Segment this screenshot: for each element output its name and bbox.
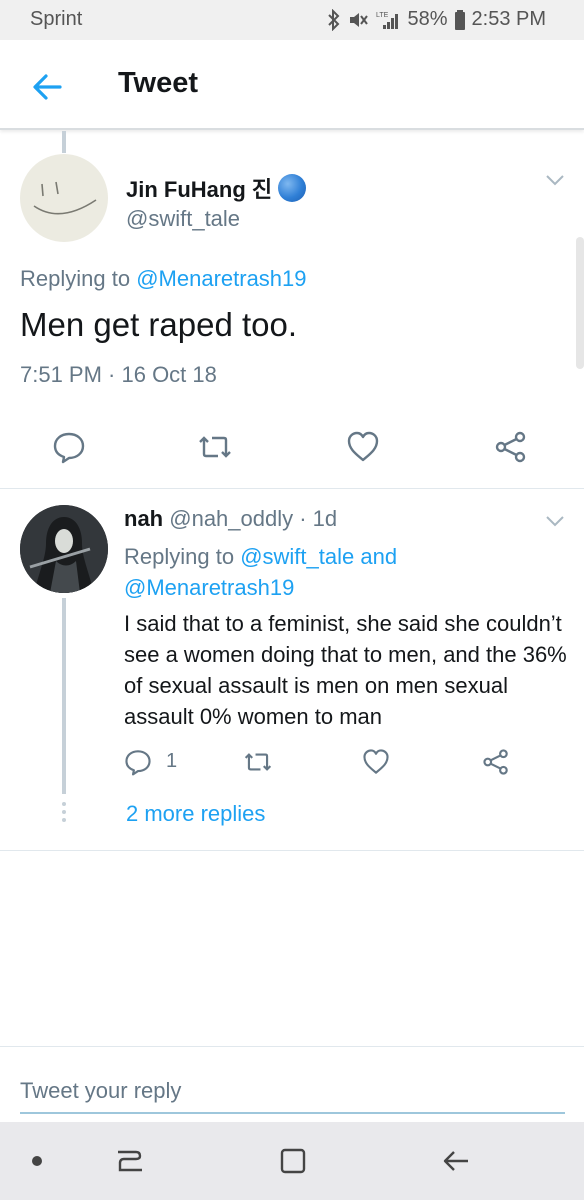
recents-icon[interactable] bbox=[114, 1146, 146, 1176]
status-bar: Sprint LTE 58% 2:53 PM bbox=[0, 0, 584, 40]
replying-prefix: Replying to bbox=[20, 266, 131, 291]
reply-author-name[interactable]: nah bbox=[124, 506, 163, 531]
more-replies-link[interactable]: 2 more replies bbox=[126, 801, 265, 827]
share-icon[interactable] bbox=[482, 748, 510, 776]
back-arrow-icon[interactable] bbox=[30, 70, 64, 104]
carrier-label: Sprint bbox=[30, 8, 83, 30]
scrollbar[interactable] bbox=[576, 237, 584, 369]
home-icon[interactable] bbox=[278, 1146, 308, 1176]
avatar[interactable] bbox=[20, 505, 108, 593]
thread-dots bbox=[61, 802, 67, 824]
network-label: LTE bbox=[376, 12, 389, 19]
reply-count: 1 bbox=[166, 750, 178, 772]
share-icon[interactable] bbox=[494, 430, 528, 464]
replying-to-line: Replying to @Menaretrash19 bbox=[20, 266, 307, 292]
status-icons: LTE 58% 2:53 PM bbox=[327, 8, 546, 31]
reply-icon[interactable] bbox=[124, 748, 152, 776]
system-nav-bar bbox=[0, 1122, 584, 1200]
back-icon[interactable] bbox=[440, 1146, 472, 1176]
reply-icon[interactable] bbox=[52, 430, 86, 464]
bluetooth-icon bbox=[328, 8, 340, 31]
signal-icon: LTE bbox=[376, 12, 399, 29]
page-title: Tweet bbox=[118, 67, 199, 99]
replying-and: and bbox=[360, 544, 398, 569]
chevron-down-icon[interactable] bbox=[544, 172, 566, 188]
tweet-text: Men get raped too. bbox=[20, 306, 298, 343]
reply-input[interactable] bbox=[20, 1070, 565, 1114]
mute-icon bbox=[350, 12, 369, 27]
thread-line-top bbox=[62, 131, 66, 153]
chevron-down-icon[interactable] bbox=[544, 513, 566, 529]
battery-icon bbox=[454, 9, 465, 30]
battery-percent: 58% bbox=[407, 8, 448, 30]
divider bbox=[0, 850, 584, 851]
heart-icon[interactable] bbox=[362, 748, 390, 776]
tweet-action-bar bbox=[0, 430, 584, 470]
divider bbox=[0, 488, 584, 489]
avatar[interactable] bbox=[20, 154, 108, 242]
retweet-icon[interactable] bbox=[198, 430, 232, 464]
reply-action-bar: 1 bbox=[0, 748, 584, 782]
reply-handle-time[interactable]: @nah_oddly · 1d bbox=[169, 506, 337, 531]
reply-author-row: nah @nah_oddly · 1d bbox=[124, 506, 337, 532]
author-row: Jin FuHang 진 bbox=[126, 172, 307, 204]
heart-icon[interactable] bbox=[346, 430, 380, 464]
replying-prefix: Replying to bbox=[124, 544, 235, 569]
reply-text: I said that to a feminist, she said she … bbox=[124, 611, 567, 729]
author-handle[interactable]: @swift_tale bbox=[126, 206, 240, 232]
reply-replying-to-line: Replying to @swift_tale and @Menaretrash… bbox=[124, 541, 564, 603]
mention-link[interactable]: @Menaretrash19 bbox=[124, 575, 294, 600]
dot-icon[interactable] bbox=[30, 1154, 44, 1168]
author-name[interactable]: Jin FuHang 진 bbox=[126, 172, 272, 204]
clock: 2:53 PM bbox=[471, 8, 546, 30]
retweet-icon[interactable] bbox=[244, 748, 272, 776]
composer-divider bbox=[0, 1046, 584, 1047]
blue-orb-icon bbox=[278, 174, 307, 202]
app-header: Tweet bbox=[0, 40, 584, 130]
hooded-figure-avatar-image bbox=[20, 505, 108, 593]
mention-link[interactable]: @swift_tale bbox=[240, 544, 354, 569]
mention-link[interactable]: @Menaretrash19 bbox=[136, 266, 306, 291]
tweet-timestamp: 7:51 PM · 16 Oct 18 bbox=[20, 362, 217, 387]
smiley-avatar-image bbox=[33, 181, 97, 215]
